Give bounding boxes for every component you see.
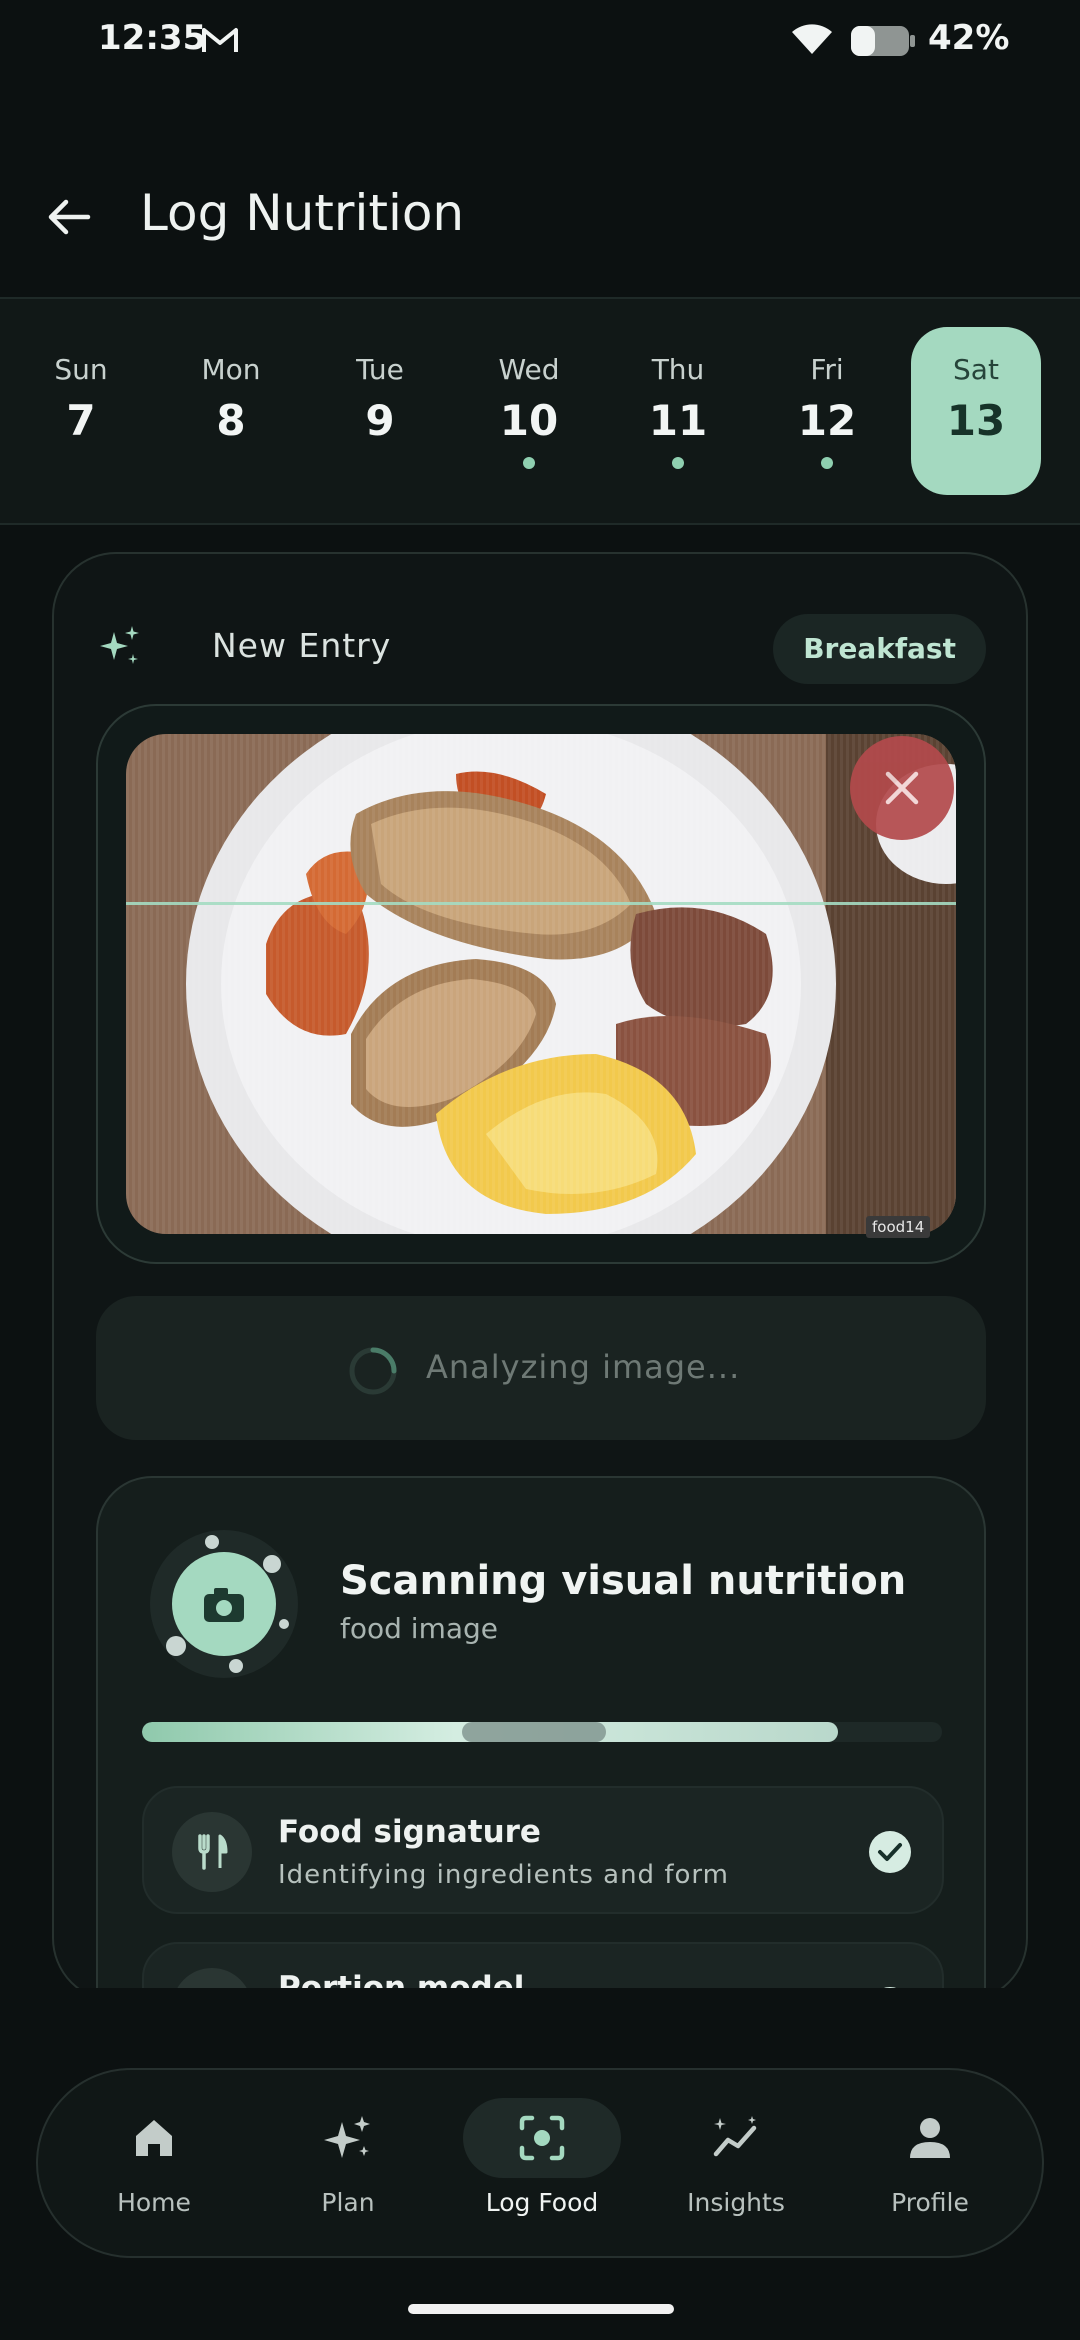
nav-label: Home [117,2188,191,2217]
remove-photo-button[interactable] [850,736,954,840]
scan-panel: Scanning visual nutrition food image Foo… [96,1476,986,2000]
day-fri[interactable]: Fri 12 [762,327,892,495]
loading-spinner-icon [349,1347,397,1395]
day-name: Tue [356,353,404,386]
food-photo [126,734,956,1234]
day-number: 12 [797,396,857,445]
analyzing-status: Analyzing image... [96,1296,986,1440]
utensils-icon [172,1812,252,1892]
entry-dot [523,457,535,469]
nav-label: Profile [891,2188,969,2217]
photo-frame: food14 [96,704,986,1264]
status-bar: 12:35 42% [0,0,1080,80]
day-name: Wed [498,353,560,386]
nav-label: Log Food [485,2188,599,2217]
back-arrow-icon[interactable] [44,192,94,242]
battery-icon [851,26,915,56]
status-time: 12:35 [98,18,207,58]
scan-progress-bar [142,1722,942,1742]
step-title: Food signature [278,1814,541,1850]
person-icon [851,2098,1009,2178]
home-icon [75,2098,233,2178]
wifi-icon [792,24,832,54]
day-name: Mon [201,353,261,386]
entry-header: New Entry Breakfast [98,614,986,684]
day-name: Thu [651,353,705,386]
meal-type-chip[interactable]: Breakfast [773,614,986,684]
scan-subtitle: food image [340,1612,499,1645]
day-name: Sun [54,353,108,386]
day-name: Fri [810,353,844,386]
entry-title: New Entry [212,626,392,665]
day-sun[interactable]: Sun 7 [16,327,146,495]
gmail-icon [202,28,238,52]
page-title: Log Nutrition [140,184,465,242]
day-mon[interactable]: Mon 8 [166,327,296,495]
date-selector: Sun 7 Mon 8 Tue 9 Wed 10 Thu 11 Fri 12 S… [0,297,1080,525]
entry-dot [821,457,833,469]
photo-tag: food14 [866,1216,931,1238]
nav-label: Plan [321,2188,375,2217]
day-number: 10 [499,396,559,445]
day-tue[interactable]: Tue 9 [315,327,445,495]
step-description: Identifying ingredients and form [278,1860,729,1890]
scan-line [126,902,956,905]
step-food-signature: Food signature Identifying ingredients a… [142,1786,944,1914]
day-sat-selected[interactable]: Sat 13 [911,327,1041,495]
nav-log-food[interactable]: Log Food [462,2098,622,2238]
nav-profile[interactable]: Profile [850,2098,1010,2238]
camera-scan-icon [150,1530,298,1678]
day-number: 8 [216,396,246,445]
app-header: Log Nutrition [0,170,1080,270]
trend-icon [657,2098,815,2178]
nav-home[interactable]: Home [74,2098,234,2238]
day-wed[interactable]: Wed 10 [464,327,594,495]
home-indicator[interactable] [408,2304,674,2314]
close-icon [885,771,919,805]
entry-dot [672,457,684,469]
bottom-navigation: Home Plan Log Food Insights Profile [36,2068,1044,2258]
day-number: 11 [648,396,708,445]
nav-insights[interactable]: Insights [656,2098,816,2238]
scroll-fade [0,1988,1080,2068]
battery-percent: 42% [928,18,1010,58]
sparkle-icon [100,626,139,664]
day-thu[interactable]: Thu 11 [613,327,743,495]
nav-plan[interactable]: Plan [268,2098,428,2238]
scan-title: Scanning visual nutrition [340,1558,907,1604]
analyzing-label: Analyzing image... [426,1348,741,1386]
scan-icon [463,2098,621,2178]
check-circle-icon [869,1831,911,1873]
day-name: Sat [953,353,999,386]
day-number: 13 [946,396,1006,445]
scan-progress-highlight [462,1722,606,1742]
day-number: 9 [365,396,395,445]
nav-label: Insights [687,2188,785,2217]
day-number: 7 [66,396,96,445]
sparkle-icon [269,2098,427,2178]
new-entry-card: New Entry Breakfast food14 Analyzing ima… [52,552,1028,2002]
